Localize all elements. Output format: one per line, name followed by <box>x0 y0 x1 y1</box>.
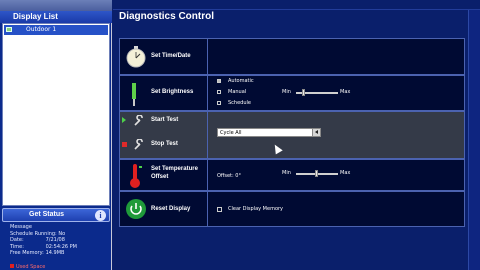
row-test: Start Test Stop Test Cycle All <box>119 111 465 159</box>
reset-display-button[interactable]: Reset Display <box>151 206 190 212</box>
radio-automatic[interactable]: Automatic <box>217 78 254 84</box>
brightness-icon <box>132 83 136 106</box>
info-value: 14.9MB <box>45 250 65 257</box>
offset-label[interactable]: Offset <box>151 174 168 180</box>
info-label: Date: <box>10 237 24 244</box>
stop-test-button[interactable]: Stop Test <box>151 141 178 147</box>
display-list-header: Display List <box>0 11 112 23</box>
set-brightness-label[interactable]: Set Brightness <box>151 89 193 95</box>
radio-manual[interactable]: Manual <box>217 89 246 95</box>
row-set-brightness: Set Brightness Automatic Manual Schedule… <box>119 75 465 111</box>
used-space-label: Used Space <box>16 264 46 270</box>
display-icon <box>6 27 12 32</box>
info-row-date: Date: 7/21/08 <box>10 237 77 244</box>
radio-automatic-label: Automatic <box>228 78 254 84</box>
used-space-legend: Used Space <box>10 264 45 270</box>
radio-box-checked[interactable] <box>217 79 221 83</box>
row-label-col: Set Temperature Offset <box>120 160 208 190</box>
get-status-label: Get Status <box>29 211 65 218</box>
row-set-time: Set Time/Date <box>119 38 465 75</box>
row-reset-display: Reset Display Clear Display Memory <box>119 191 465 227</box>
radio-box[interactable] <box>217 101 221 105</box>
radio-manual-label: Manual <box>228 89 247 95</box>
row-label-col: Set Time/Date <box>120 39 208 74</box>
info-value: No <box>58 230 66 237</box>
info-icon[interactable]: i <box>95 210 106 221</box>
status-info: Message Schedule Running: No Date: 7/21/… <box>10 224 77 257</box>
offset-value: Offset: 0° <box>217 173 241 179</box>
clear-memory-checkbox[interactable] <box>217 207 222 212</box>
info-label: Time: <box>10 243 24 250</box>
brightness-max-label: Max <box>340 89 351 95</box>
info-row-memory: Free Memory: 14.9MB <box>10 250 77 257</box>
page-title: Diagnostics Control <box>119 11 215 22</box>
info-row-message: Message <box>10 224 77 231</box>
info-label: Schedule Running: <box>10 230 57 237</box>
clear-memory-label[interactable]: Clear Display Memory <box>228 206 283 212</box>
wrench-icon <box>134 115 143 126</box>
clock-icon[interactable] <box>126 46 146 68</box>
power-icon <box>126 199 146 219</box>
get-status-button[interactable]: Get Status i <box>2 208 110 222</box>
info-row-time: Time: 02:54:26 PM <box>10 244 77 251</box>
test-pattern-value: Cycle All <box>220 130 242 136</box>
temperature-slider-knob[interactable] <box>315 170 318 177</box>
start-test-button[interactable]: Start Test <box>151 117 178 123</box>
list-item-outdoor-1[interactable]: Outdoor 1 <box>4 25 108 35</box>
wrench-icon <box>134 139 143 150</box>
logo-strip <box>0 0 112 11</box>
thermometer-icon <box>130 164 142 188</box>
info-label: Free Memory: <box>10 250 44 257</box>
radio-schedule-label: Schedule <box>228 100 251 106</box>
right-rail <box>468 10 480 270</box>
info-label: Message <box>10 224 32 230</box>
temperature-min-label: Min <box>282 170 291 176</box>
radio-schedule[interactable]: Schedule <box>217 100 251 106</box>
info-value: 7/21/08 <box>45 237 65 244</box>
dropdown-button[interactable] <box>312 129 320 136</box>
display-list: Outdoor 1 <box>2 23 110 206</box>
info-row-schedule: Schedule Running: No <box>10 231 77 238</box>
info-value: 02:54:26 PM <box>45 243 77 250</box>
set-time-label[interactable]: Set Time/Date <box>151 53 191 59</box>
row-label-col: Set Brightness <box>120 76 208 110</box>
row-temperature-offset: Set Temperature Offset Offset: 0° Min Ma… <box>119 159 465 191</box>
set-temperature-label[interactable]: Set Temperature <box>151 166 198 172</box>
row-label-col: Reset Display <box>120 192 208 226</box>
main-panel: Diagnostics Control Set Time/Date Set Br… <box>113 0 480 270</box>
stop-icon <box>122 142 127 147</box>
brightness-slider-knob[interactable] <box>302 89 306 96</box>
row-label-col: Start Test Stop Test <box>120 112 208 158</box>
test-pattern-select[interactable]: Cycle All <box>217 128 321 137</box>
radio-box[interactable] <box>217 90 221 94</box>
sidebar: Display List Outdoor 1 Get Status i Mess… <box>0 0 112 270</box>
play-icon <box>122 117 126 123</box>
used-space-swatch <box>10 264 14 268</box>
brightness-min-label: Min <box>282 89 291 95</box>
list-item-label: Outdoor 1 <box>26 26 57 33</box>
arrow-left-icon <box>315 130 318 134</box>
top-strip <box>113 0 480 10</box>
temperature-max-label: Max <box>340 170 351 176</box>
